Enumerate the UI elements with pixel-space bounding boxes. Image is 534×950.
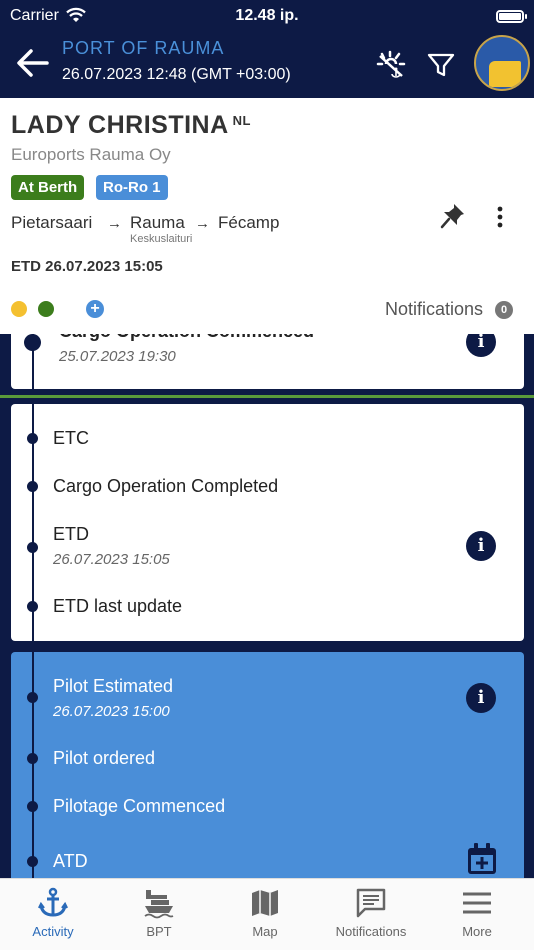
timeline-card: Cargo Operation Commenced 25.07.2023 19:… xyxy=(11,334,524,389)
route-arrow-icon: → xyxy=(195,215,210,232)
tab-notifications[interactable]: Notifications xyxy=(318,879,424,950)
timeline-event: Pilot ordered xyxy=(53,748,156,768)
info-icon[interactable]: i xyxy=(466,334,496,357)
timeline-event: ETC xyxy=(53,428,89,448)
etd-label: ETD xyxy=(11,258,41,275)
timeline-event: Pilot Estimated xyxy=(53,676,174,696)
route-from: Pietarsaari xyxy=(11,213,93,232)
more-options-icon[interactable] xyxy=(490,206,510,228)
ship-icon xyxy=(144,890,174,919)
port-title: PORT OF RAUMA xyxy=(62,38,225,58)
tab-bpt[interactable]: BPT xyxy=(106,879,212,950)
tab-map[interactable]: Map xyxy=(212,879,318,950)
timeline-dot xyxy=(27,801,38,812)
timeline-card: ETC Cargo Operation Completed ETD 26.07.… xyxy=(11,404,524,641)
pin-icon[interactable] xyxy=(440,202,466,230)
timeline-dot xyxy=(27,433,38,444)
route-berth: Keskuslaituri xyxy=(130,233,193,245)
timeline-event: Pilotage Commenced xyxy=(53,796,226,816)
info-icon[interactable]: i xyxy=(466,683,496,713)
timeline-dot xyxy=(24,334,41,351)
status-time: 12.48 ip. xyxy=(235,7,299,24)
timeline-card-current: Pilot Estimated 26.07.2023 15:00 i Pilot… xyxy=(11,652,524,878)
weather-anchor-icon[interactable] xyxy=(376,50,406,80)
app-header: Carrier 12.48 ip. PORT OF RAUMA 26.07.20… xyxy=(0,0,534,98)
vessel-name: LADY CHRISTINA NL xyxy=(11,111,251,140)
timeline-dot xyxy=(27,542,38,553)
event-timeline[interactable]: Cargo Operation Commenced 25.07.2023 19:… xyxy=(0,334,534,878)
status-dot-yellow[interactable] xyxy=(11,301,27,317)
info-icon[interactable]: i xyxy=(466,531,496,561)
tab-label: BPT xyxy=(146,924,172,939)
user-avatar[interactable] xyxy=(474,35,530,91)
map-icon xyxy=(252,890,278,916)
header-datetime: 26.07.2023 12:48 (GMT +03:00) xyxy=(62,66,291,83)
vessel-agent: Euroports Rauma Oy xyxy=(11,145,171,164)
bottom-tab-bar: Activity BPT Map Notifications More xyxy=(0,878,534,950)
timeline-event: Cargo Operation Commenced xyxy=(59,334,314,342)
menu-icon xyxy=(463,892,491,914)
timeline-dot xyxy=(27,601,38,612)
route-arrow-icon: → xyxy=(107,215,122,232)
etd-row: ETD 26.07.2023 15:05 xyxy=(11,258,163,275)
timeline-dot xyxy=(27,481,38,492)
chat-icon xyxy=(356,888,386,918)
route-via: Rauma xyxy=(130,213,185,232)
status-dot-green[interactable] xyxy=(38,301,54,317)
back-arrow-icon[interactable] xyxy=(14,46,50,80)
status-badge-berth-name: Ro-Ro 1 xyxy=(96,175,168,200)
now-divider xyxy=(0,395,534,398)
vessel-name-text: LADY CHRISTINA xyxy=(11,111,229,139)
vessel-card: LADY CHRISTINA NL Euroports Rauma Oy At B… xyxy=(0,98,534,334)
timeline-dot xyxy=(27,692,38,703)
tab-label: Activity xyxy=(32,924,74,939)
timeline-event-time: 25.07.2023 19:30 xyxy=(59,348,176,365)
notifications-count-badge: 0 xyxy=(495,301,513,319)
timeline-event: Cargo Operation Completed xyxy=(53,476,279,496)
anchor-icon xyxy=(38,887,68,917)
status-badge-at-berth: At Berth xyxy=(11,175,85,200)
calendar-add-icon[interactable] xyxy=(466,842,498,876)
route-to: Fécamp xyxy=(218,213,280,232)
tab-activity[interactable]: Activity xyxy=(0,879,106,950)
timeline-event-time: 26.07.2023 15:05 xyxy=(53,551,170,568)
status-bar: Carrier 12.48 ip. xyxy=(0,4,534,26)
vessel-flag: NL xyxy=(232,113,252,128)
tab-label: Notifications xyxy=(335,924,407,939)
tab-label: More xyxy=(462,924,492,939)
tab-more[interactable]: More xyxy=(424,879,530,950)
etd-value: 26.07.2023 15:05 xyxy=(45,258,163,275)
timeline-line xyxy=(32,652,34,878)
filter-icon[interactable] xyxy=(426,50,456,80)
timeline-event: ETD xyxy=(53,524,89,544)
timeline-event: ETD last update xyxy=(53,596,183,616)
timeline-event-time: 26.07.2023 15:00 xyxy=(53,703,170,720)
tab-label: Map xyxy=(252,924,278,939)
timeline-event: ATD xyxy=(53,851,88,871)
timeline-dot xyxy=(27,856,38,867)
notifications-label[interactable]: Notifications xyxy=(385,299,483,320)
add-status-button[interactable]: + xyxy=(86,300,104,318)
battery-icon xyxy=(496,10,527,23)
timeline-dot xyxy=(27,753,38,764)
avatar-logo-shape xyxy=(489,61,521,87)
